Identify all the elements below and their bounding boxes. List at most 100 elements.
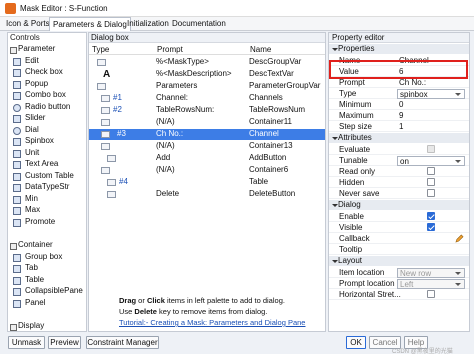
dialog-row[interactable]: #2 TableRowsNum: TableRowsNum: [89, 105, 325, 116]
dialog-row[interactable]: Delete DeleteButton: [89, 189, 325, 200]
dialog-row[interactable]: #4 Table: [89, 177, 325, 188]
groupbox-icon: [13, 254, 21, 262]
attr-tunable[interactable]: Tunable on: [329, 155, 469, 166]
palette-unit[interactable]: Unit: [8, 148, 87, 159]
hidden-checkbox[interactable]: [427, 178, 435, 186]
constraint-manager-button[interactable]: Constraint Manager: [86, 336, 159, 349]
table-icon: [13, 277, 21, 285]
edit-icon: [13, 58, 21, 66]
palette-customtable[interactable]: Custom Table: [8, 171, 87, 182]
container-section[interactable]: Container: [10, 240, 53, 250]
tab-strip: Icon & Ports Parameters & Dialog Initial…: [0, 17, 474, 31]
section-dialog[interactable]: Dialog: [329, 200, 469, 210]
col-type[interactable]: Type: [92, 45, 109, 54]
section-properties[interactable]: Properties: [329, 44, 469, 54]
type-dropdown[interactable]: spinbox: [397, 89, 465, 99]
attr-evaluate[interactable]: Evaluate: [329, 144, 469, 155]
preview-button[interactable]: Preview: [48, 336, 81, 349]
prompt-location-dropdown[interactable]: Left: [397, 279, 465, 289]
col-name[interactable]: Name: [250, 45, 271, 54]
layout-horizontal-stretch[interactable]: Horizontal Stret...: [329, 289, 469, 300]
dialog-row[interactable]: A %<MaskDescription> DescTextVar: [89, 69, 325, 80]
tab-icon-ports[interactable]: Icon & Ports: [6, 19, 50, 28]
parameter-section[interactable]: Parameter: [9, 44, 55, 54]
textarea-icon: [13, 161, 21, 169]
prop-maximum[interactable]: Maximum 9: [329, 110, 469, 121]
palette-checkbox[interactable]: Check box: [8, 67, 87, 78]
dlg-enable[interactable]: Enable: [329, 211, 469, 222]
palette-max[interactable]: Max: [8, 205, 87, 216]
attr-hidden[interactable]: Hidden: [329, 177, 469, 188]
tab-icon: [13, 265, 21, 273]
neversave-checkbox[interactable]: [427, 189, 435, 197]
palette-textarea[interactable]: Text Area: [8, 159, 87, 170]
dlg-callback[interactable]: Callback: [329, 233, 469, 244]
prop-stepsize[interactable]: Step size 1: [329, 121, 469, 132]
palette-promote[interactable]: Promote: [8, 217, 87, 228]
tab-parameters-dialog[interactable]: Parameters & Dialog: [49, 17, 131, 31]
dialog-row[interactable]: #1 Channel: Channels: [89, 93, 325, 104]
palette-popup[interactable]: Popup: [8, 79, 87, 90]
attr-neversave[interactable]: Never save: [329, 188, 469, 199]
checkbox-icon: [13, 69, 21, 77]
min-icon: [13, 196, 21, 204]
palette-spinbox[interactable]: Spinbox: [8, 136, 87, 147]
dialog-row[interactable]: (N/A) Container11: [89, 117, 325, 128]
property-editor-header: Property editor: [329, 33, 469, 43]
dialog-row[interactable]: %<MaskType> DescGroupVar: [89, 57, 325, 68]
palette-panel[interactable]: Panel: [8, 298, 87, 309]
unit-icon: [13, 150, 21, 158]
col-prompt[interactable]: Prompt: [157, 45, 183, 54]
layout-prompt-location[interactable]: Prompt location Left: [329, 278, 469, 289]
palette-combobox[interactable]: Combo box: [8, 90, 87, 101]
palette-min[interactable]: Min: [8, 194, 87, 205]
readonly-checkbox[interactable]: [427, 167, 435, 175]
tunable-dropdown[interactable]: on: [397, 156, 465, 166]
dialog-row[interactable]: (N/A) Container13: [89, 141, 325, 152]
edit-pencil-icon[interactable]: [455, 234, 464, 243]
dialog-row[interactable]: Parameters ParameterGroupVar: [89, 81, 325, 92]
promote-icon: [13, 219, 21, 227]
horizontal-stretch-checkbox[interactable]: [427, 290, 435, 298]
dialog-row-selected[interactable]: #3 Ch No.: Channel: [89, 129, 325, 140]
controls-header: Controls: [10, 33, 40, 42]
dialog-row[interactable]: (N/A) Container6: [89, 165, 325, 176]
dlg-visible[interactable]: Visible: [329, 222, 469, 233]
container-icon: [101, 143, 110, 150]
dlg-tooltip[interactable]: Tooltip: [329, 244, 469, 255]
enable-checkbox[interactable]: [427, 212, 435, 220]
item-location-dropdown[interactable]: New row: [397, 268, 465, 278]
highlight-annotation: [329, 60, 468, 79]
prop-minimum[interactable]: Minimum 0: [329, 99, 469, 110]
button-icon: [107, 191, 116, 198]
display-section[interactable]: Display: [9, 321, 44, 331]
palette-edit[interactable]: Edit: [8, 56, 87, 67]
palette-groupbox[interactable]: Group box: [8, 252, 87, 263]
visible-checkbox[interactable]: [427, 223, 435, 231]
section-layout[interactable]: Layout: [329, 256, 469, 266]
radio-icon: [13, 104, 21, 112]
tutorial-link[interactable]: Tutorial:- Creating a Mask: Parameters a…: [119, 318, 305, 327]
palette-tab[interactable]: Tab: [8, 263, 87, 274]
unmask-button[interactable]: Unmask: [8, 336, 45, 349]
layout-item-location[interactable]: Item location New row: [329, 267, 469, 278]
attr-readonly[interactable]: Read only: [329, 166, 469, 177]
max-icon: [13, 207, 21, 215]
groupbox-icon: [97, 83, 106, 90]
hint-drag: Drag or Click items in left palette to a…: [119, 296, 285, 305]
section-attributes[interactable]: Attributes: [329, 133, 469, 143]
dialog-row[interactable]: Add AddButton: [89, 153, 325, 164]
palette-datatypestr[interactable]: DataTypeStr: [8, 182, 87, 193]
palette-slider[interactable]: Slider: [8, 113, 87, 124]
palette-collapsible[interactable]: CollapsiblePane: [8, 286, 87, 297]
tab-initialization[interactable]: Initialization: [127, 19, 169, 28]
palette-radio[interactable]: Radio button: [8, 102, 87, 113]
edit-icon: [101, 107, 110, 114]
prop-type[interactable]: Type spinbox: [329, 88, 469, 99]
ok-button[interactable]: OK: [346, 336, 366, 349]
tab-documentation[interactable]: Documentation: [172, 19, 226, 28]
palette-table[interactable]: Table: [8, 275, 87, 286]
combobox-icon: [13, 92, 21, 100]
palette-dial[interactable]: Dial: [8, 125, 87, 136]
table-icon: [107, 179, 116, 186]
